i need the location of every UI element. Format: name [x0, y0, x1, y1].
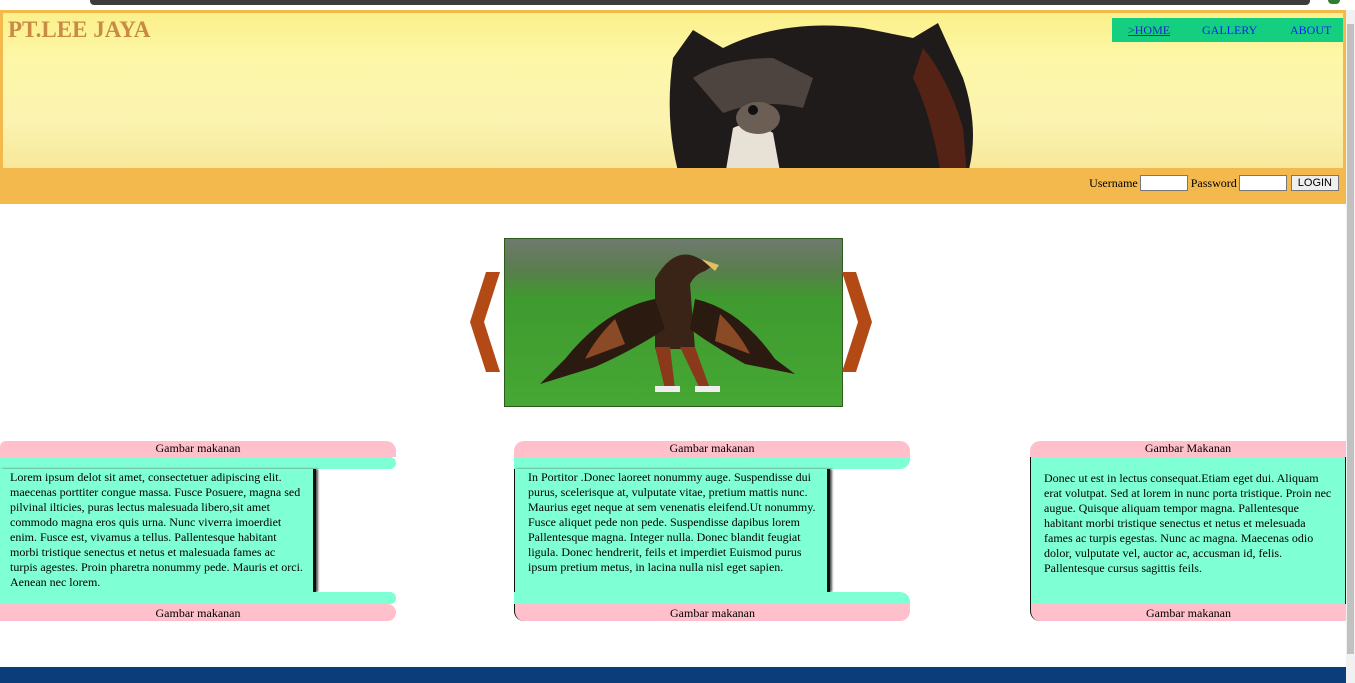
header-banner: PT.LEE JAYA >HOME GALLERY ABOUT — [0, 10, 1346, 168]
slideshow-image — [504, 238, 843, 407]
login-button[interactable]: LOGIN — [1290, 175, 1339, 191]
card-text: Donec ut est in lectus consequat.Etiam e… — [1030, 457, 1346, 604]
card-tab-bottom — [514, 592, 910, 604]
password-label: Password — [1190, 175, 1237, 190]
browser-indicator-icon — [1328, 0, 1340, 4]
card-text: Lorem ipsum delot sit amet, consectetuer… — [0, 469, 316, 592]
username-label: Username — [1089, 175, 1138, 190]
browser-top-strip — [0, 0, 1355, 10]
footer-bar — [0, 667, 1346, 683]
hawk-photo — [505, 239, 842, 406]
card-caption-bottom: Gambar makanan — [1030, 604, 1346, 621]
login-bar: Username Password LOGIN — [0, 168, 1346, 204]
nav-home-link[interactable]: >HOME — [1128, 23, 1170, 38]
bear-banner-image — [669, 23, 973, 168]
card-caption-top: Gambar makanan — [514, 441, 910, 457]
browser-tab-bar — [90, 0, 1310, 5]
nav-gallery-link[interactable]: GALLERY — [1202, 23, 1257, 38]
page-scrollbar[interactable] — [1346, 10, 1355, 683]
card-text: In Portitor .Donec laoreet nonummy auge.… — [514, 469, 830, 592]
username-input[interactable] — [1139, 175, 1188, 191]
site-title: PT.LEE JAYA — [8, 17, 151, 42]
food-card-3: Gambar Makanan Donec ut est in lectus co… — [1030, 441, 1346, 621]
card-caption-top: Gambar Makanan — [1030, 441, 1346, 457]
card-caption-bottom: Gambar makanan — [514, 604, 910, 621]
food-card-1: Gambar makanan Lorem ipsum delot sit ame… — [0, 441, 396, 621]
card-caption-top: Gambar makanan — [0, 441, 396, 457]
food-card-2: Gambar makanan In Portitor .Donec laoree… — [514, 441, 910, 621]
password-input[interactable] — [1238, 175, 1287, 191]
chevron-right-icon[interactable] — [842, 272, 872, 372]
chevron-left-icon[interactable] — [470, 272, 500, 372]
card-caption-bottom: Gambar makanan — [0, 604, 396, 621]
nav-about-link[interactable]: ABOUT — [1290, 23, 1331, 38]
card-tab-top — [514, 457, 910, 469]
main-nav: >HOME GALLERY ABOUT — [1112, 18, 1343, 42]
card-tab-top — [0, 457, 396, 469]
login-form: Username Password LOGIN — [1089, 175, 1339, 191]
card-tab-bottom — [0, 592, 396, 604]
scrollbar-thumb[interactable] — [1347, 24, 1354, 654]
